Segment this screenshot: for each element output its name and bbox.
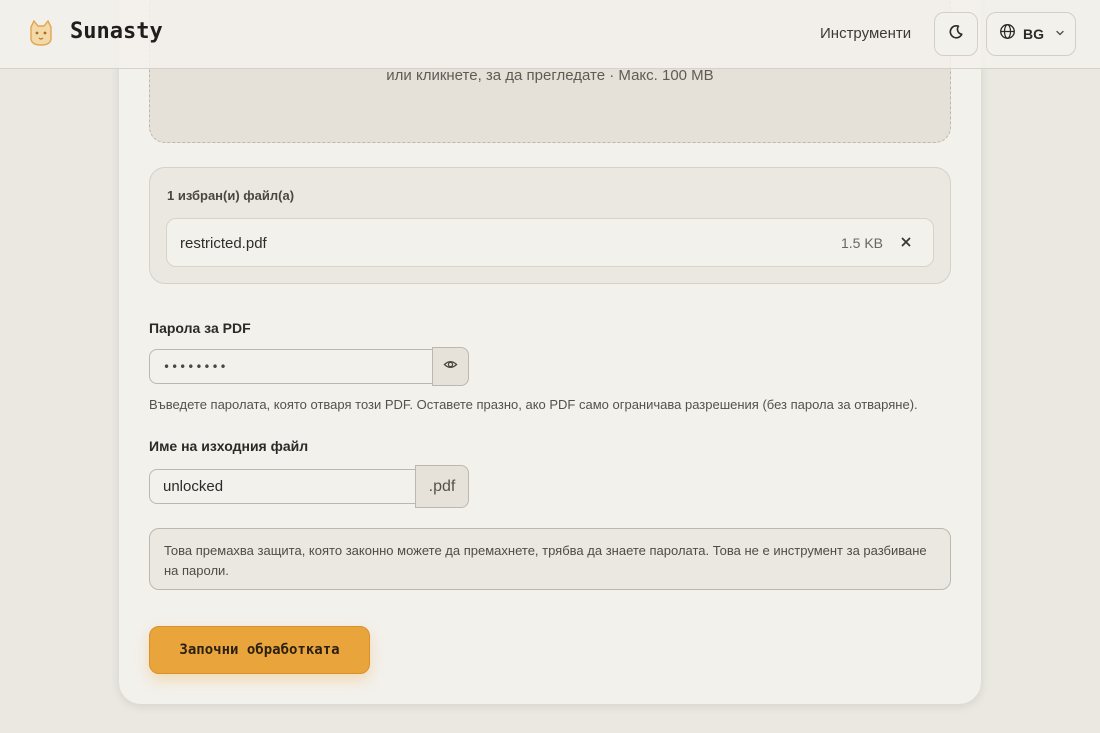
nav-tools-link[interactable]: Инструменти <box>820 25 911 42</box>
close-icon <box>901 234 911 252</box>
password-help-text: Въведете паролата, която отваря този PDF… <box>149 397 918 412</box>
output-name-label: Име на изходния файл <box>149 438 309 454</box>
output-name-input[interactable] <box>149 469 417 504</box>
remove-file-button[interactable] <box>897 234 915 252</box>
globe-icon <box>999 23 1016 45</box>
file-list-item: restricted.pdf 1.5 KB <box>166 218 934 267</box>
legal-notice: Това премахва защита, която законно може… <box>149 528 951 590</box>
top-header: Sunasty Инструменти BG <box>0 0 1100 69</box>
selected-files-panel: 1 избран(и) файл(а) restricted.pdf 1.5 K… <box>149 167 951 284</box>
chevron-down-icon <box>1055 25 1065 43</box>
language-selector[interactable]: BG <box>986 12 1076 56</box>
show-password-button[interactable] <box>432 347 469 386</box>
start-processing-button[interactable]: Започни обработката <box>149 626 370 674</box>
file-name: restricted.pdf <box>180 235 267 252</box>
password-label: Парола за PDF <box>149 320 251 336</box>
file-size: 1.5 KB <box>840 235 883 251</box>
files-count-label: 1 избран(и) файл(а) <box>167 188 295 203</box>
moon-icon <box>948 24 964 45</box>
dropzone-hint: или кликнете, за да прегледате · Макс. 1… <box>386 67 714 84</box>
theme-toggle-button[interactable] <box>934 12 978 56</box>
eye-icon <box>443 357 458 377</box>
language-code: BG <box>1023 26 1044 42</box>
cat-logo-icon[interactable] <box>26 18 56 48</box>
brand-name[interactable]: Sunasty <box>70 19 163 44</box>
password-input[interactable] <box>149 349 433 384</box>
file-extension-suffix: .pdf <box>415 465 469 508</box>
